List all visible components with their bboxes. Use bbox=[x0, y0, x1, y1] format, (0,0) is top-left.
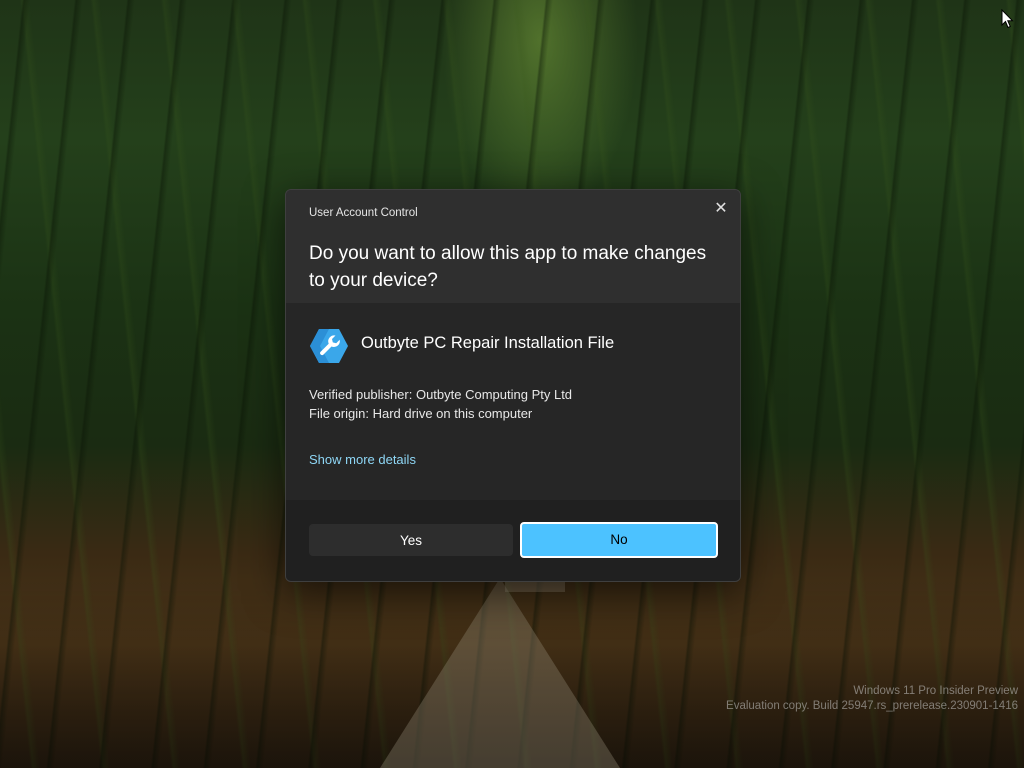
no-button[interactable]: No bbox=[520, 522, 718, 558]
uac-question: Do you want to allow this app to make ch… bbox=[309, 243, 707, 291]
wallpaper-walkway bbox=[380, 578, 620, 768]
dialog-caption: User Account Control bbox=[309, 207, 418, 219]
file-origin: File origin: Hard drive on this computer bbox=[309, 406, 533, 421]
close-button[interactable]: ✕ bbox=[710, 198, 732, 220]
watermark-edition: Windows 11 Pro Insider Preview bbox=[853, 685, 1018, 697]
verified-publisher: Verified publisher: Outbyte Computing Pt… bbox=[309, 387, 573, 402]
uac-dialog: User Account Control ✕ Do you want to al… bbox=[285, 189, 741, 582]
uac-body: Outbyte PC Repair Installation File Veri… bbox=[286, 303, 740, 500]
wrench-hexagon-icon bbox=[310, 329, 348, 363]
uac-header: User Account Control ✕ Do you want to al… bbox=[286, 190, 740, 303]
yes-button[interactable]: Yes bbox=[309, 524, 513, 556]
mouse-cursor-icon bbox=[1001, 9, 1014, 29]
close-icon: ✕ bbox=[714, 200, 728, 217]
app-name: Outbyte PC Repair Installation File bbox=[361, 334, 615, 352]
desktop-background: Windows 11 Pro Insider Preview Evaluatio… bbox=[0, 0, 1024, 768]
watermark-build: Evaluation copy. Build 25947.rs_prerelea… bbox=[726, 700, 1018, 712]
show-more-details-link[interactable]: Show more details bbox=[309, 452, 416, 467]
windows-build-watermark: Windows 11 Pro Insider Preview Evaluatio… bbox=[726, 684, 1018, 714]
uac-footer: Yes No bbox=[286, 500, 740, 581]
app-details: Verified publisher: Outbyte Computing Pt… bbox=[309, 385, 572, 423]
